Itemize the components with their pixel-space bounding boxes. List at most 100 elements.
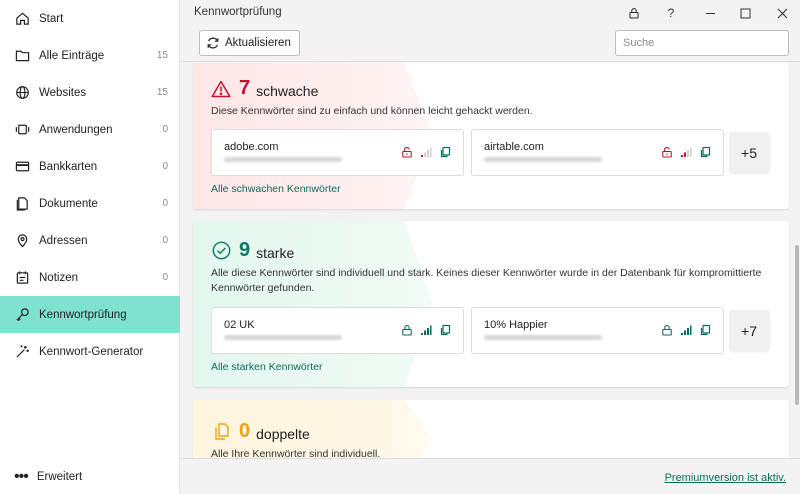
- sidebar-item-label: Notizen: [39, 271, 78, 284]
- sidebar-item-addresses[interactable]: Adressen 0: [0, 222, 180, 259]
- sidebar-item-applications[interactable]: Anwendungen 0: [0, 111, 180, 148]
- sidebar-item-label: Anwendungen: [39, 123, 113, 136]
- folder-icon: [14, 48, 30, 64]
- strength-bars-icon: [420, 324, 432, 336]
- strength-bars-icon: [680, 324, 692, 336]
- lock-icon: [661, 324, 673, 336]
- weak-description: Diese Kennwörter sind zu einfach und kön…: [211, 105, 533, 117]
- sidebar-item-label: Adressen: [39, 234, 88, 247]
- masked-password: [224, 335, 342, 340]
- duplicate-description: Alle Ihre Kennwörter sind individuell.: [211, 448, 381, 458]
- password-entry[interactable]: 10% Happier: [471, 307, 724, 354]
- sidebar-item-password-generator[interactable]: Kennwort-Generator: [0, 333, 180, 370]
- copy-icon[interactable]: [699, 324, 711, 336]
- sidebar-expand-button[interactable]: ••• Erweitert: [0, 460, 180, 494]
- sidebar-item-count: 15: [156, 87, 168, 98]
- check-circle-icon: [211, 241, 231, 261]
- weak-label: schwache: [256, 82, 319, 99]
- sidebar-item-start[interactable]: Start: [0, 0, 180, 37]
- minimize-icon: [705, 12, 715, 14]
- strong-header: 9 starke: [211, 239, 294, 262]
- password-entry[interactable]: 02 UK: [211, 307, 464, 354]
- duplicate-header: 0 doppelte: [211, 420, 310, 443]
- title-bar: Kennwortprüfung ?: [181, 0, 800, 26]
- lock-button[interactable]: [618, 2, 650, 24]
- masked-password: [224, 157, 342, 162]
- copy-icon[interactable]: [699, 146, 711, 158]
- sidebar-item-count: 15: [156, 50, 168, 61]
- strong-count: 9: [239, 239, 251, 261]
- location-pin-icon: [14, 233, 30, 249]
- sidebar-item-label: Bankkarten: [39, 160, 98, 173]
- sidebar-item-notes[interactable]: Notizen 0: [0, 259, 180, 296]
- weak-passwords-card: 7 schwache Diese Kennwörter sind zu einf…: [193, 63, 789, 209]
- premium-status-link[interactable]: Premiumversion ist aktiv.: [665, 472, 786, 484]
- duplicate-icon: [211, 422, 231, 442]
- unlock-icon: [401, 146, 413, 158]
- question-icon: ?: [667, 6, 675, 20]
- sidebar-item-count: 0: [162, 272, 168, 283]
- scrollbar-thumb[interactable]: [795, 245, 799, 405]
- masked-password: [484, 157, 602, 162]
- copy-icon[interactable]: [439, 324, 451, 336]
- sidebar-item-documents[interactable]: Dokumente 0: [0, 185, 180, 222]
- more-dots-icon: •••: [14, 468, 29, 485]
- more-weak-button[interactable]: +5: [729, 132, 769, 173]
- sidebar-item-count: 0: [162, 235, 168, 246]
- copy-icon[interactable]: [439, 146, 451, 158]
- sidebar-item-count: 0: [162, 161, 168, 172]
- entry-name: adobe.com: [224, 141, 279, 153]
- sidebar-item-label: Start: [39, 12, 64, 25]
- weak-header: 7 schwache: [211, 77, 318, 100]
- sidebar-item-websites[interactable]: Websites 15: [0, 74, 180, 111]
- strong-passwords-card: 9 starke Alle diese Kennwörter sind indi…: [193, 221, 789, 387]
- entry-name: airtable.com: [484, 141, 544, 153]
- lock-icon: [629, 8, 639, 19]
- close-button[interactable]: [766, 2, 798, 24]
- entry-name: 02 UK: [224, 319, 255, 331]
- notes-icon: [14, 270, 30, 286]
- sidebar-item-label: Alle Einträge: [39, 49, 105, 62]
- all-weak-link[interactable]: Alle schwachen Kennwörter: [211, 183, 341, 195]
- lock-icon: [401, 324, 413, 336]
- magic-wand-icon: [14, 344, 30, 360]
- password-entry[interactable]: adobe.com: [211, 129, 464, 176]
- entry-name: 10% Happier: [484, 319, 548, 331]
- weak-count: 7: [239, 77, 251, 99]
- sidebar-item-count: 0: [162, 198, 168, 209]
- sidebar-item-count: 0: [162, 124, 168, 135]
- sidebar-item-label: Kennwort-Generator: [39, 345, 144, 358]
- sidebar: Start Alle Einträge 15 Websites 15 Anwen…: [0, 0, 180, 494]
- warning-icon: [211, 79, 231, 99]
- all-strong-link[interactable]: Alle starken Kennwörter: [211, 361, 322, 373]
- refresh-label: Aktualisieren: [225, 37, 291, 49]
- sidebar-item-label: Dokumente: [39, 197, 98, 210]
- maximize-button[interactable]: [729, 2, 761, 24]
- sidebar-item-all-entries[interactable]: Alle Einträge 15: [0, 37, 180, 74]
- toolbar: Aktualisieren: [181, 26, 800, 62]
- strong-description: Alle diese Kennwörter sind individuell u…: [211, 267, 762, 294]
- globe-icon: [14, 85, 30, 101]
- more-strong-button[interactable]: +7: [729, 310, 769, 351]
- unlock-icon: [661, 146, 673, 158]
- search-input[interactable]: [615, 30, 789, 56]
- duplicate-label: doppelte: [256, 425, 310, 442]
- refresh-button[interactable]: Aktualisieren: [199, 30, 300, 56]
- key-icon: [14, 307, 30, 323]
- password-entry[interactable]: airtable.com: [471, 129, 724, 176]
- window-title: Kennwortprüfung: [194, 6, 282, 18]
- strong-label: starke: [256, 244, 295, 261]
- vertical-scrollbar[interactable]: [794, 63, 800, 458]
- minimize-button[interactable]: [694, 2, 726, 24]
- card-icon: [14, 159, 30, 175]
- home-icon: [14, 11, 30, 27]
- sidebar-item-label: Websites: [39, 86, 87, 99]
- main-content: 7 schwache Diese Kennwörter sind zu einf…: [181, 63, 800, 458]
- apps-icon: [14, 122, 30, 138]
- sidebar-item-password-check[interactable]: Kennwortprüfung: [0, 296, 180, 333]
- sidebar-item-bank-cards[interactable]: Bankkarten 0: [0, 148, 180, 185]
- footer: Premiumversion ist aktiv.: [181, 458, 800, 494]
- strength-bars-icon: [680, 146, 692, 158]
- help-button[interactable]: ?: [655, 2, 687, 24]
- maximize-icon: [740, 8, 750, 18]
